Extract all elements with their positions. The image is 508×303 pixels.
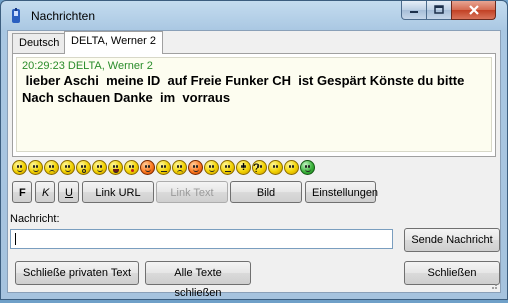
close-window-button[interactable] [451,1,496,20]
wink-icon[interactable] [60,160,75,175]
surprised-icon[interactable] [76,160,91,175]
message-window: Nachrichten Deutsch DELTA, Werner 2 20:2… [0,0,508,300]
app-icon [12,8,20,23]
message-text: lieber Aschi meine ID auf Freie Funker C… [22,73,468,105]
italic-button[interactable]: K [35,181,55,203]
tongue-icon[interactable] [140,160,155,175]
close-all-texts-button[interactable]: Alle Texte schließen [145,261,251,299]
grin-icon[interactable] [28,160,43,175]
close-button[interactable]: Schließen [404,261,500,285]
message-meta: 20:29:23 DELTA, Werner 2 [22,60,153,72]
bold-button[interactable]: F [12,181,32,203]
close-icon [468,5,479,15]
embarrassed-icon[interactable] [204,160,219,175]
smiley-bar: ! ? [12,160,315,176]
chat-panel: 20:29:23 DELTA, Werner 2 lieber Aschi me… [12,53,496,157]
resize-grip-icon[interactable] [488,280,498,290]
text-caret [15,233,16,245]
message-label: Nachricht: [10,213,60,225]
question-icon[interactable]: ? [252,160,267,175]
window-client: Deutsch DELTA, Werner 2 20:29:23 DELTA, … [7,30,501,299]
title-bar[interactable]: Nachrichten [1,1,507,31]
confused-icon[interactable] [156,160,171,175]
kiss-icon[interactable] [124,160,139,175]
message-input[interactable] [10,229,393,249]
laugh-icon[interactable] [108,160,123,175]
send-message-button[interactable]: Sende Nachricht [404,228,500,252]
exclamation-icon[interactable]: ! [236,160,251,175]
maximize-icon [434,5,444,14]
link-url-button[interactable]: Link URL [82,181,154,203]
idea-icon[interactable] [268,160,283,175]
devil-icon[interactable] [188,160,203,175]
minimize-icon [410,11,418,13]
tab-deutsch[interactable]: Deutsch [12,33,67,53]
cool-icon[interactable] [92,160,107,175]
underline-button[interactable]: U [58,181,79,203]
alien-icon[interactable] [300,160,315,175]
angry-icon[interactable] [172,160,187,175]
sad-icon[interactable] [44,160,59,175]
minimize-button[interactable] [401,1,427,20]
image-button[interactable]: Bild [230,181,302,203]
chat-history[interactable]: 20:29:23 DELTA, Werner 2 lieber Aschi me… [16,57,492,152]
link-text-button[interactable]: Link Text [156,181,228,203]
tab-delta-werner[interactable]: DELTA, Werner 2 [64,31,163,54]
smile-icon[interactable] [12,160,27,175]
close-private-text-button[interactable]: Schließe privaten Text [15,261,139,285]
sleepy-icon[interactable] [220,160,235,175]
settings-button[interactable]: Einstellungen [305,181,378,203]
maximize-button[interactable] [426,1,452,20]
window-title: Nachrichten [31,9,96,23]
arrow-icon[interactable] [284,160,299,175]
